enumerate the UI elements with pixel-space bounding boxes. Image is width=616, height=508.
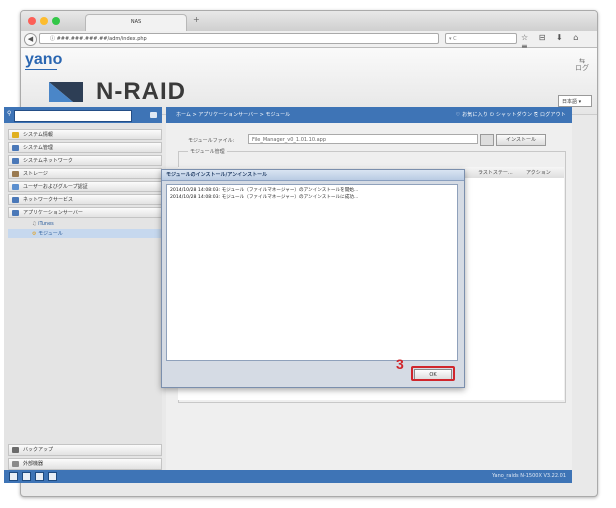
- info-icon: [12, 132, 19, 138]
- sidebar-item-network-services[interactable]: ネットワークサービス: [8, 194, 162, 205]
- sidebar-item-label: ストレージ: [23, 171, 48, 177]
- column-header-action[interactable]: アクション: [526, 169, 551, 176]
- network-icon: [12, 158, 19, 164]
- sidebar-subitem-module[interactable]: ⚙ モジュール: [32, 230, 63, 237]
- backup-icon: [12, 447, 19, 453]
- dialog-log: 2014/10/28 14:08:03: モジュール（ファイルマネージャー）のア…: [166, 184, 458, 361]
- external-device-icon: [12, 461, 19, 467]
- top-links[interactable]: ♡ お気に入り ⏻ シャットダウン ⎘ ログアウト: [456, 107, 566, 123]
- storage-icon: [12, 171, 19, 177]
- sidebar-item-external-devices[interactable]: 外部機器: [8, 458, 162, 470]
- sidebar-item-label: システムネットワーク: [23, 158, 73, 164]
- sidebar-item-storage[interactable]: ストレージ: [8, 168, 162, 179]
- network-services-icon: [12, 197, 19, 203]
- sidebar-search-input[interactable]: [14, 110, 132, 122]
- browser-toolbar: ◀ ⓘ ###.###.###.##/adm/index.php ▾ C ☆ ⊟…: [21, 31, 597, 51]
- sidebar: ⚲ システム情報 システム管理 システムネットワーク ストレージ ユーザーおよび…: [4, 107, 162, 479]
- logout-link[interactable]: ⇆ ログ: [575, 58, 589, 72]
- sidebar-item-label: システム管理: [23, 145, 53, 151]
- breadcrumb[interactable]: ホーム > アプリケーションサーバー > モジュール: [176, 107, 290, 123]
- sidebar-item-label: ネットワークサービス: [23, 197, 74, 203]
- nraid-logo-icon: [49, 82, 83, 102]
- sidebar-item-system-admin[interactable]: システム管理: [8, 142, 162, 153]
- dialog-title: モジュールのインストール/アンインストール: [162, 170, 464, 181]
- product-logo: N-RAID: [96, 78, 186, 105]
- title-bar: NAS +: [21, 11, 597, 32]
- breadcrumb-bar: ホーム > アプリケーションサーバー > モジュール ♡ お気に入り ⏻ シャッ…: [166, 107, 572, 123]
- network-status-icon[interactable]: [35, 472, 44, 481]
- language-select[interactable]: 日本語 ▾: [558, 95, 592, 107]
- module-file-input[interactable]: File_Manager_v0_1.01.10.app: [248, 134, 478, 144]
- app-header: yano N-RAID ⇆ ログ 日本語 ▾: [21, 48, 597, 115]
- sidebar-item-system-info[interactable]: システム情報: [8, 129, 162, 140]
- install-button[interactable]: インストール: [496, 134, 546, 146]
- address-bar[interactable]: ⓘ ###.###.###.##/adm/index.php: [39, 33, 439, 44]
- sidebar-item-label: システム情報: [23, 132, 53, 138]
- new-tab-button[interactable]: +: [193, 15, 200, 24]
- sidebar-subitem-itunes[interactable]: ♫ iTunes: [32, 221, 54, 227]
- grid-view-icon[interactable]: [9, 472, 18, 481]
- sidebar-search-bar: ⚲: [4, 107, 162, 123]
- column-header-last-status[interactable]: ラストステー...: [478, 169, 513, 176]
- company-logo: yano: [25, 51, 63, 68]
- disk-icon[interactable]: [22, 472, 31, 481]
- users-status-icon[interactable]: [48, 472, 57, 481]
- sidebar-item-system-network[interactable]: システムネットワーク: [8, 155, 162, 166]
- app-server-icon: [12, 210, 19, 216]
- install-uninstall-dialog: モジュールのインストール/アンインストール 2014/10/28 14:08:0…: [161, 169, 465, 388]
- module-file-label: モジュールファイル:: [188, 138, 235, 144]
- sidebar-item-label: バックアップ: [23, 447, 54, 453]
- logout-label: ログ: [575, 64, 589, 72]
- back-button[interactable]: ◀: [24, 33, 37, 46]
- version-text: Yano_raids N-1500X V3.22.01: [492, 473, 566, 479]
- browse-button[interactable]: [480, 134, 494, 146]
- ok-button-highlight: [411, 366, 455, 381]
- sidebar-item-label: ユーザーおよびグループ認証: [23, 184, 88, 190]
- tab-title: NAS: [130, 19, 142, 25]
- zoom-window-button[interactable]: [52, 17, 60, 25]
- logo-underline: [25, 69, 57, 70]
- bottom-bar: Yano_raids N-1500X V3.22.01: [4, 470, 572, 483]
- users-icon: [12, 184, 19, 190]
- sidebar-item-label: 外部機器: [23, 461, 44, 467]
- reload-button[interactable]: ▾ C: [445, 33, 517, 44]
- close-window-button[interactable]: [28, 17, 36, 25]
- search-icon: ⚲: [7, 110, 12, 117]
- sidebar-item-backup[interactable]: バックアップ: [8, 444, 162, 456]
- log-line: 2014/10/28 14:08:03: モジュール（ファイルマネージャー）のア…: [170, 195, 359, 200]
- sidebar-item-users-groups[interactable]: ユーザーおよびグループ認証: [8, 181, 162, 192]
- sidebar-menu-button[interactable]: [150, 112, 157, 118]
- browser-tab[interactable]: NAS: [85, 14, 187, 32]
- language-value: 日本語: [562, 99, 578, 105]
- sidebar-subitem-label: iTunes: [38, 221, 54, 227]
- sidebar-item-application-server[interactable]: アプリケーションサーバー: [8, 207, 162, 218]
- tools-icon: [12, 145, 19, 151]
- log-line: 2014/10/28 14:08:03: モジュール（ファイルマネージャー）のア…: [170, 188, 359, 193]
- section-title: モジュール管理: [188, 148, 227, 155]
- sidebar-subitem-label: モジュール: [38, 231, 63, 237]
- minimize-window-button[interactable]: [40, 17, 48, 25]
- step-number: 3: [396, 356, 404, 372]
- sidebar-item-label: アプリケーションサーバー: [23, 210, 83, 216]
